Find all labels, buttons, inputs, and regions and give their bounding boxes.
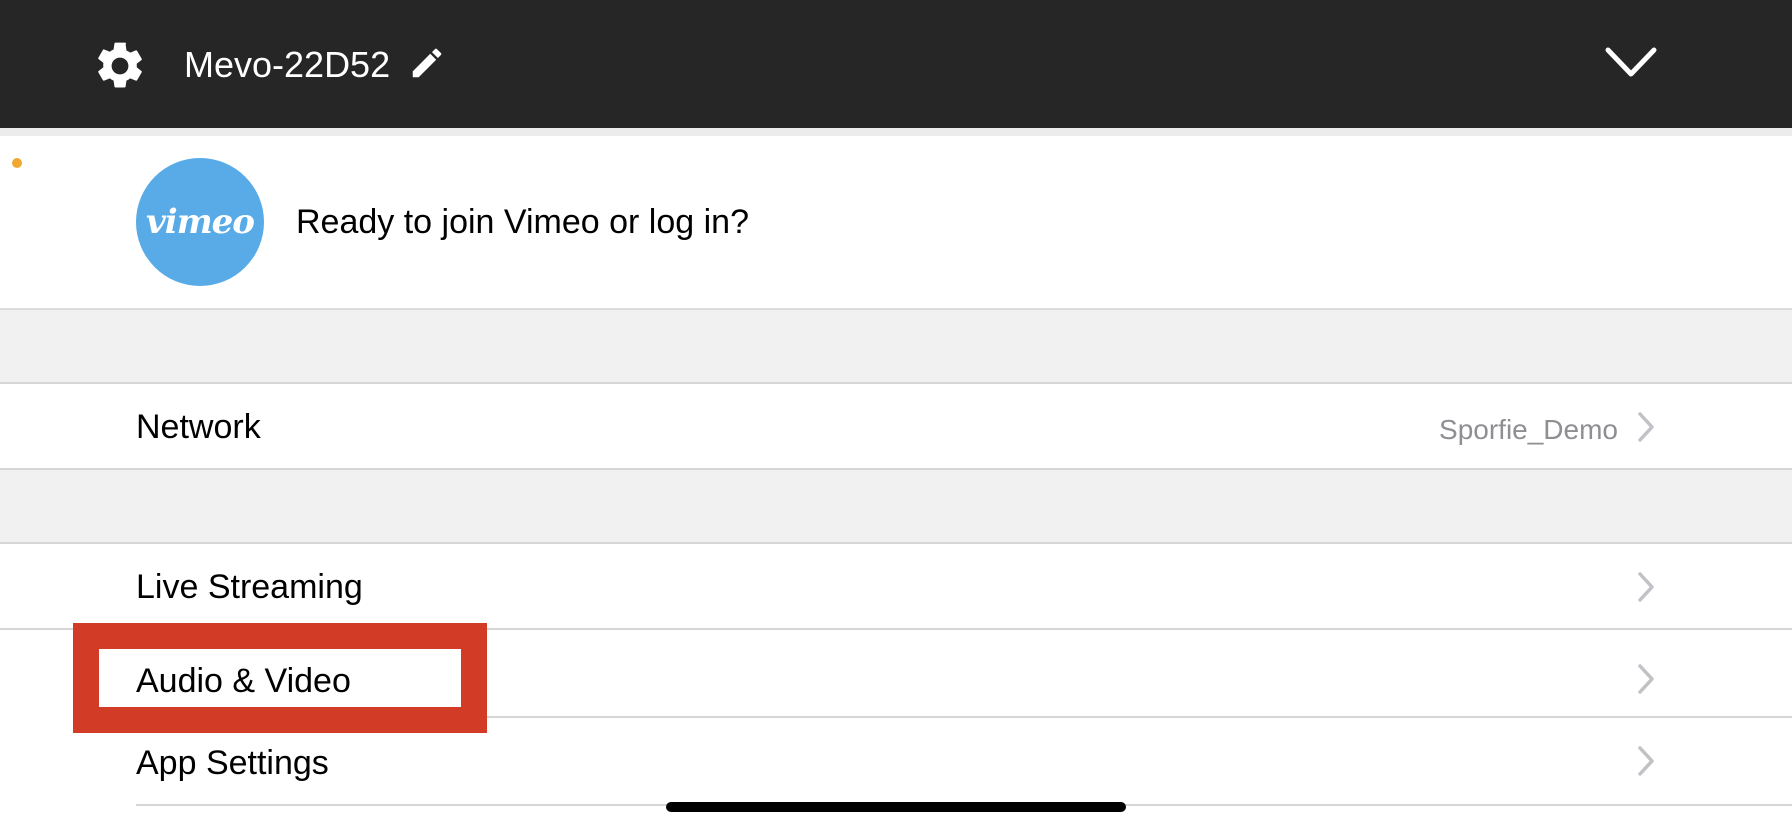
section-spacer xyxy=(0,470,1792,542)
row-network[interactable]: Network Sporfie_Demo xyxy=(0,384,1792,470)
row-live-streaming-label: Live Streaming xyxy=(136,568,363,606)
vimeo-prompt: Ready to join Vimeo or log in? xyxy=(296,203,749,241)
row-network-value: Sporfie_Demo xyxy=(1439,414,1618,445)
header-divider xyxy=(0,128,1792,136)
row-app-settings-label: App Settings xyxy=(136,744,329,782)
gear-icon[interactable] xyxy=(92,38,148,94)
settings-screen: Mevo-22D52 vimeo Ready to join Vimeo or … xyxy=(0,0,1792,828)
row-network-label: Network xyxy=(136,408,261,446)
device-name: Mevo-22D52 xyxy=(184,44,391,85)
highlight-box xyxy=(73,623,487,733)
status-dot xyxy=(12,158,22,168)
home-indicator[interactable] xyxy=(666,802,1126,812)
chevron-right-icon xyxy=(1638,746,1654,776)
chevron-right-icon xyxy=(1638,664,1654,694)
chevron-right-icon xyxy=(1638,572,1654,602)
pencil-icon[interactable] xyxy=(408,44,446,82)
chevron-right-icon xyxy=(1638,412,1654,442)
section-spacer xyxy=(0,310,1792,382)
chevron-down-icon[interactable] xyxy=(1604,42,1658,82)
top-bar: Mevo-22D52 xyxy=(0,0,1792,128)
vimeo-login-row[interactable]: vimeo Ready to join Vimeo or log in? xyxy=(0,136,1792,310)
vimeo-logo: vimeo xyxy=(136,158,264,286)
row-live-streaming[interactable]: Live Streaming xyxy=(0,544,1792,630)
